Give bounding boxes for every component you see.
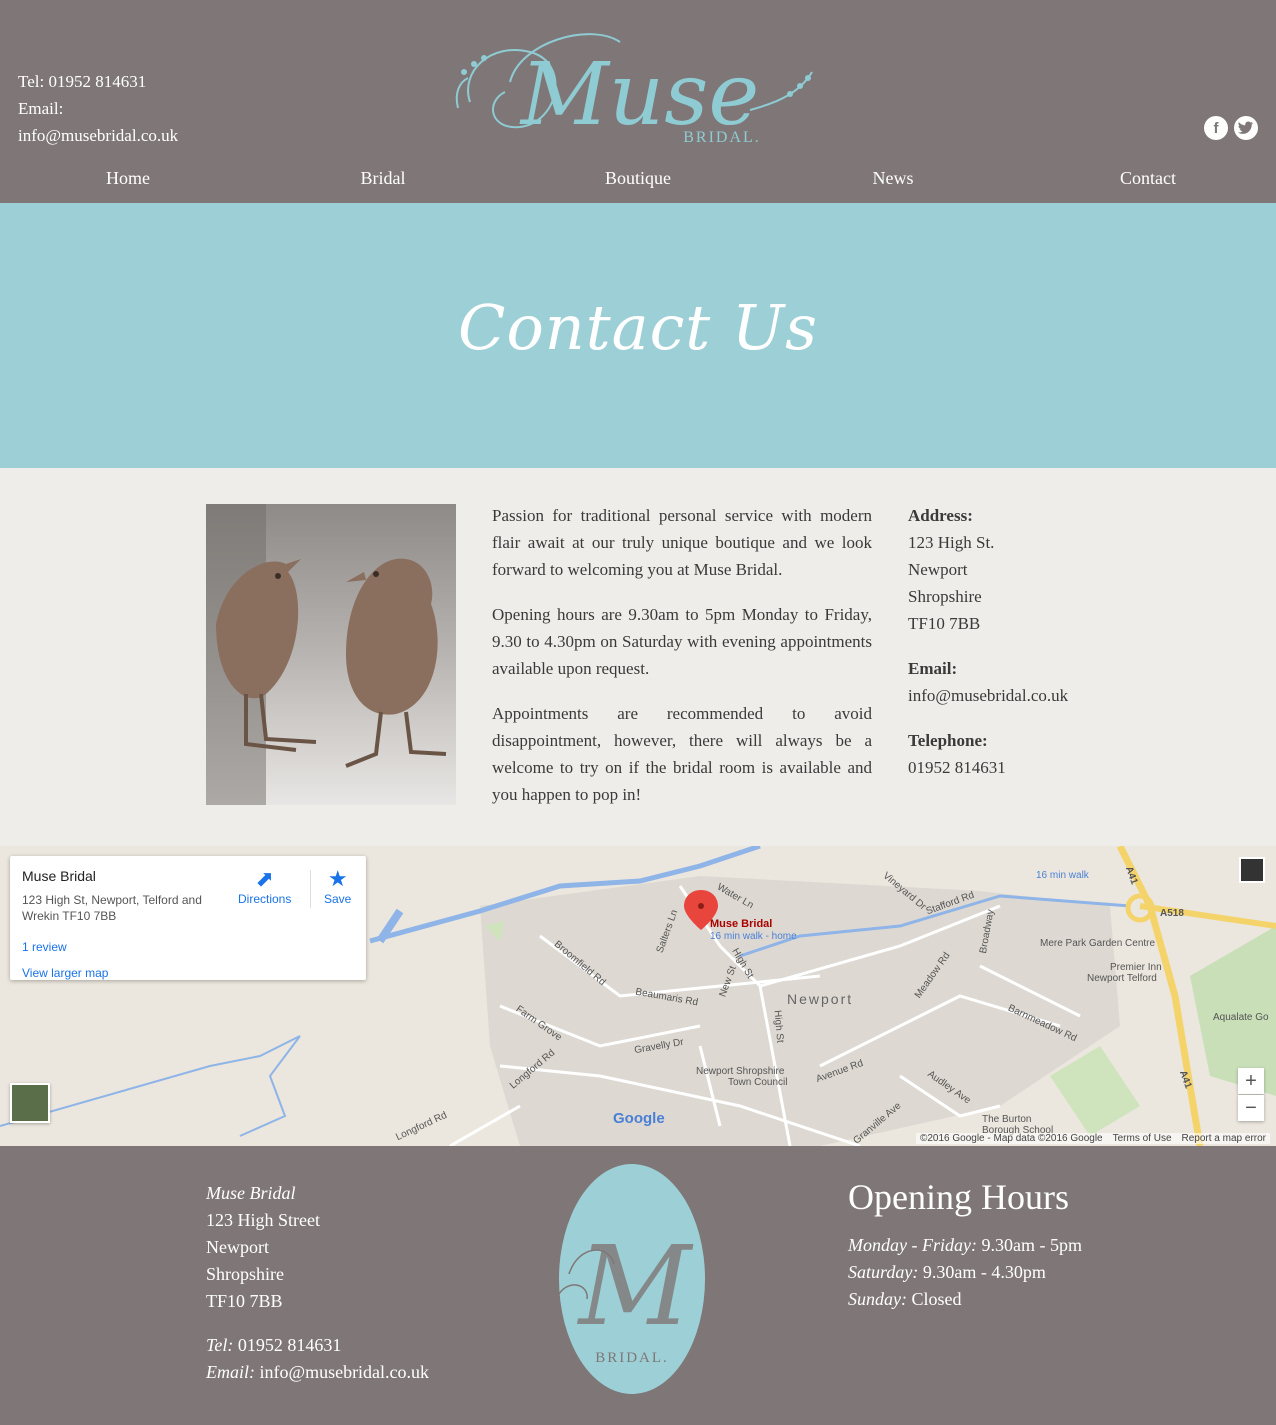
hours-day: Monday - Friday: xyxy=(848,1235,977,1255)
address-line: Shropshire xyxy=(908,587,982,606)
twitter-icon[interactable] xyxy=(1234,116,1258,140)
page-title: Contact Us xyxy=(458,291,818,364)
map-place-label: Newport Shropshire xyxy=(696,1066,785,1077)
map-copyright: ©2016 Google - Map data ©2016 Google xyxy=(919,1133,1103,1144)
opening-hours-title: Opening Hours xyxy=(848,1177,1069,1217)
street-view-pegman-icon[interactable] xyxy=(1239,857,1265,883)
save-button[interactable]: ★ Save xyxy=(324,866,351,906)
intro-paragraph-1: Passion for traditional personal service… xyxy=(492,506,872,579)
hours-row: Saturday: 9.30am - 4.30pm xyxy=(848,1259,1082,1286)
google-map[interactable]: Muse Bridal 16 min walk - home 16 min wa… xyxy=(0,846,1276,1146)
site-footer: Muse Bridal 123 High Street Newport Shro… xyxy=(0,1146,1276,1425)
nav-contact[interactable]: Contact xyxy=(1120,168,1176,189)
email-label: Email: xyxy=(908,659,958,678)
site-header: Tel: 01952 814631 Email: info@musebridal… xyxy=(0,0,1276,203)
header-contact: Tel: 01952 814631 Email: info@musebridal… xyxy=(18,68,178,149)
nav-home[interactable]: Home xyxy=(106,168,150,189)
footer-logo: M BRIDAL. xyxy=(559,1164,705,1394)
footer-address-line: 123 High Street xyxy=(206,1210,320,1230)
page-banner: Contact Us xyxy=(0,203,1276,468)
nav-news[interactable]: News xyxy=(873,168,914,189)
satellite-toggle[interactable] xyxy=(10,1083,50,1123)
map-walk-label: 16 min walk xyxy=(1036,870,1089,881)
social-links: f xyxy=(1204,116,1258,140)
address-label: Address: xyxy=(908,506,973,525)
footer-contact: Tel: 01952 814631 Email: info@musebridal… xyxy=(206,1332,429,1386)
telephone-label: Telephone: xyxy=(908,731,988,750)
map-place-label: Newport Telford xyxy=(1087,973,1157,984)
map-place-name: Muse Bridal xyxy=(22,868,96,884)
directions-button[interactable]: ⬈ Directions xyxy=(238,866,291,906)
footer-email[interactable]: info@musebridal.co.uk xyxy=(260,1362,430,1382)
footer-tel-label: Tel: xyxy=(206,1335,234,1355)
hours-row: Monday - Friday: 9.30am - 5pm xyxy=(848,1232,1082,1259)
intro-paragraph-2: Opening hours are 9.30am to 5pm Monday t… xyxy=(492,605,872,678)
map-pin-label: Muse Bridal xyxy=(710,918,773,930)
zoom-out-button[interactable]: − xyxy=(1238,1095,1264,1121)
nav-bridal[interactable]: Bridal xyxy=(361,168,406,189)
map-place-label: Aqualate Go xyxy=(1213,1012,1269,1023)
address-line: Newport xyxy=(908,560,968,579)
nav-boutique[interactable]: Boutique xyxy=(605,168,671,189)
directions-label: Directions xyxy=(238,892,292,906)
view-larger-map-link[interactable]: View larger map xyxy=(22,966,108,980)
header-tel[interactable]: Tel: 01952 814631 xyxy=(18,68,178,95)
footer-tel[interactable]: 01952 814631 xyxy=(238,1335,342,1355)
map-road-label: A518 xyxy=(1160,908,1184,919)
contact-details: Address: 123 High St. Newport Shropshire… xyxy=(908,502,1168,799)
map-place-label: The Burton xyxy=(982,1114,1032,1125)
telephone-group: Telephone: 01952 814631 xyxy=(908,727,1168,781)
footer-logo-letter: M xyxy=(577,1222,694,1350)
muse-bridal-logo[interactable]: Muse BRIDAL. xyxy=(450,12,830,152)
footer-address-line: Newport xyxy=(206,1237,269,1257)
main-nav: Home Bridal Boutique News Contact xyxy=(0,168,1276,198)
email-group: Email: info@musebridal.co.uk xyxy=(908,655,1168,709)
intro-paragraph-3: Appointments are recommended to avoid di… xyxy=(492,704,872,804)
map-info-card: Muse Bridal 123 High St, Newport, Telfor… xyxy=(10,856,366,980)
email-link[interactable]: info@musebridal.co.uk xyxy=(908,682,1168,709)
address-line: TF10 7BB xyxy=(908,614,981,633)
footer-address-line: Shropshire xyxy=(206,1264,284,1284)
hours-day: Sunday: xyxy=(848,1289,907,1309)
address-group: Address: 123 High St. Newport Shropshire… xyxy=(908,502,1168,637)
map-pin-sublabel: 16 min walk - home xyxy=(710,931,797,942)
footer-email-label: Email: xyxy=(206,1362,255,1382)
contact-content: Passion for traditional personal service… xyxy=(0,468,1276,846)
map-attribution: ©2016 Google - Map data ©2016 Google Ter… xyxy=(915,1133,1270,1144)
map-place-label: Premier Inn xyxy=(1110,962,1162,973)
intro-text: Passion for traditional personal service… xyxy=(492,502,872,826)
map-reviews-link[interactable]: 1 review xyxy=(22,940,67,954)
logo-sub: BRIDAL. xyxy=(683,129,761,146)
hours-time: 9.30am - 4.30pm xyxy=(922,1262,1046,1282)
address-line: 123 High St. xyxy=(908,533,995,552)
zoom-in-button[interactable]: + xyxy=(1238,1068,1264,1094)
map-town-label: Newport xyxy=(787,991,854,1007)
opening-hours: Opening Hours Monday - Friday: 9.30am - … xyxy=(848,1176,1082,1313)
star-icon: ★ xyxy=(327,866,348,891)
footer-address: Muse Bridal 123 High Street Newport Shro… xyxy=(206,1180,320,1315)
header-email[interactable]: info@musebridal.co.uk xyxy=(18,122,178,149)
footer-address-line: TF10 7BB xyxy=(206,1291,283,1311)
map-place-address: 123 High St, Newport, Telford and Wrekin… xyxy=(22,893,202,923)
facebook-icon[interactable]: f xyxy=(1204,116,1228,140)
bird-figurines-photo xyxy=(206,504,456,805)
map-place-label: Town Council xyxy=(728,1077,788,1088)
directions-icon: ⬈ xyxy=(255,866,274,891)
telephone-number[interactable]: 01952 814631 xyxy=(908,754,1168,781)
save-label: Save xyxy=(324,892,352,906)
google-logo: Google xyxy=(613,1110,665,1127)
header-email-label: Email: xyxy=(18,99,64,118)
map-place-label: Mere Park Garden Centre xyxy=(1040,938,1156,949)
footer-logo-sub: BRIDAL. xyxy=(595,1350,669,1366)
terms-of-use-link[interactable]: Terms of Use xyxy=(1113,1133,1172,1144)
hours-time: Closed xyxy=(911,1289,962,1309)
hours-row: Sunday: Closed xyxy=(848,1286,1082,1313)
footer-business-name: Muse Bridal xyxy=(206,1183,296,1203)
card-divider xyxy=(310,870,311,908)
hours-time: 9.30am - 5pm xyxy=(981,1235,1082,1255)
report-map-error-link[interactable]: Report a map error xyxy=(1182,1133,1266,1144)
hours-day: Saturday: xyxy=(848,1262,919,1282)
